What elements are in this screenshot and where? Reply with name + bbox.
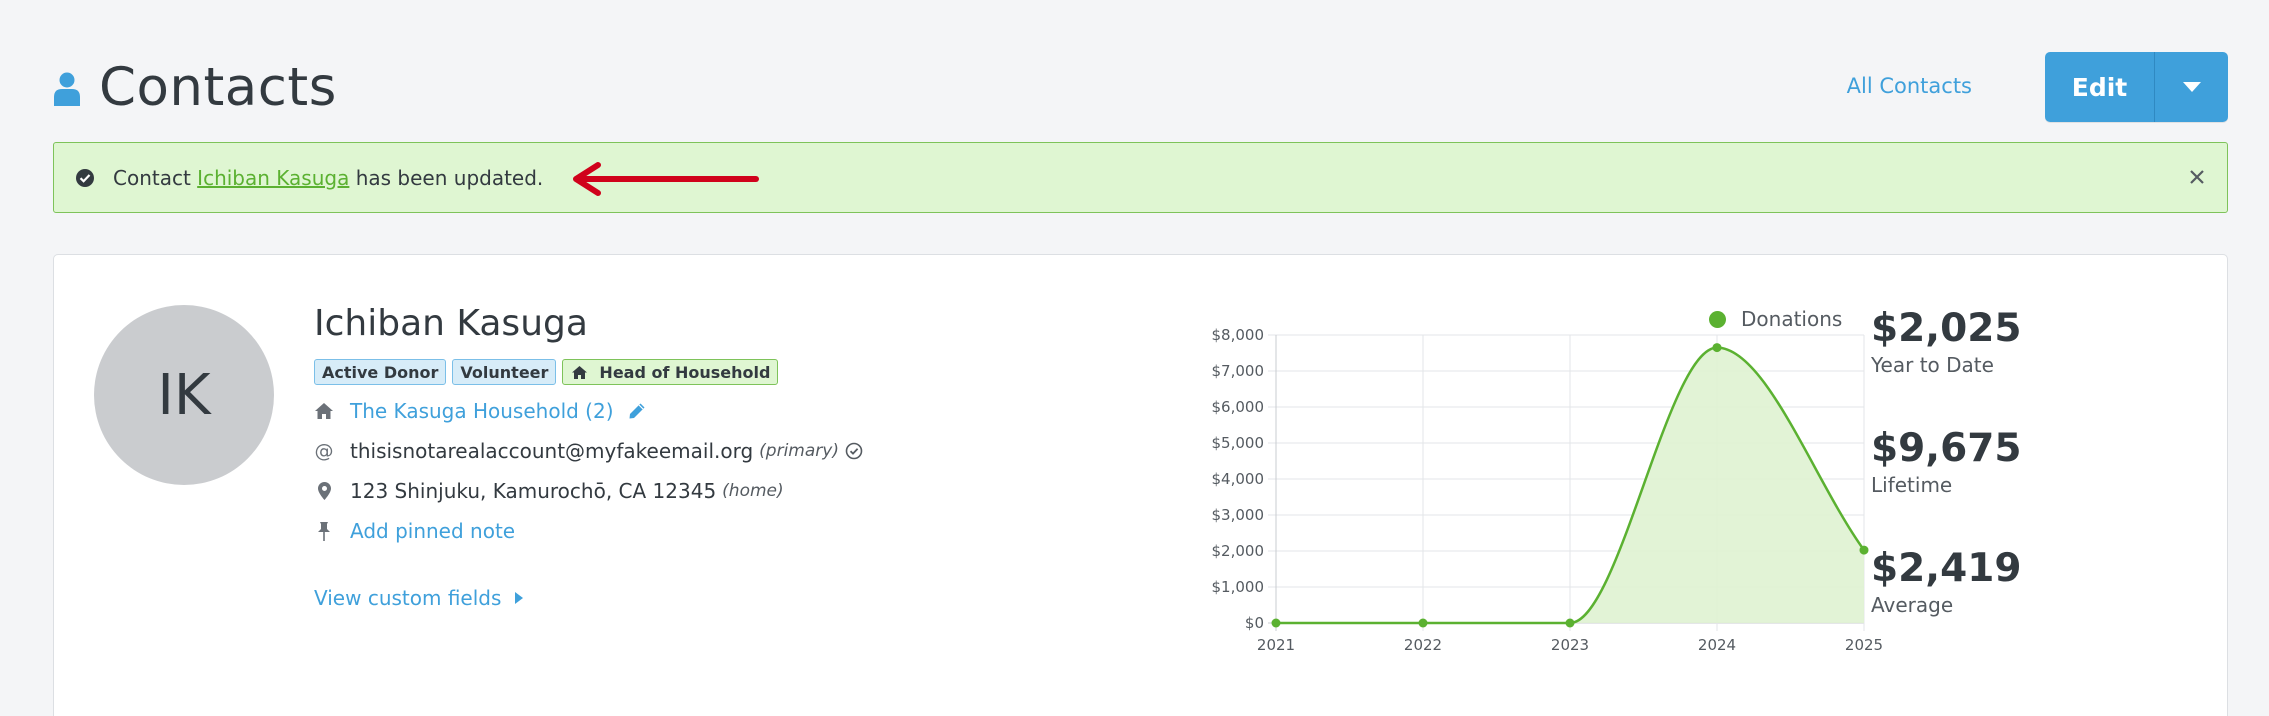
contact-name: Ichiban Kasuga — [314, 303, 588, 344]
edit-dropdown-toggle[interactable] — [2154, 52, 2228, 122]
donation-stats: $2,025 Year to Date $9,675 Lifetime $2,4… — [1871, 306, 2022, 669]
person-icon — [54, 72, 80, 106]
tag-head-of-household[interactable]: Head of Household — [562, 359, 779, 385]
pinned-note-row: Add pinned note — [314, 519, 515, 543]
legend-label-donations: Donations — [1741, 307, 1843, 331]
stat-label: Year to Date — [1871, 352, 1994, 377]
edit-button-group: Edit — [2045, 52, 2228, 122]
y-tick-label: $2,000 — [1212, 542, 1265, 560]
stat-value: $2,419 — [1871, 546, 2022, 591]
chart-legend[interactable]: Donations — [1709, 307, 1842, 331]
address-text: 123 Shinjuku, Kamurochō, CA 12345 — [350, 479, 717, 503]
contact-card: IK Ichiban Kasuga Active Donor Volunteer… — [53, 254, 2228, 716]
all-contacts-link[interactable]: All Contacts — [1847, 74, 1972, 98]
y-tick-label: $0 — [1245, 614, 1264, 632]
verified-check-icon — [845, 442, 863, 460]
success-alert: Contact Ichiban Kasuga has been updated. — [53, 142, 2228, 213]
caret-right-icon — [515, 592, 524, 604]
legend-dot-donations — [1709, 310, 1726, 328]
y-tick-label: $3,000 — [1212, 506, 1265, 524]
title-wrap: Contacts — [53, 52, 337, 122]
y-tick-label: $6,000 — [1212, 398, 1265, 416]
y-tick-label: $5,000 — [1212, 434, 1265, 452]
stat-label: Lifetime — [1871, 472, 1953, 497]
alert-close-button[interactable] — [2185, 165, 2209, 189]
page-title: Contacts — [99, 56, 337, 118]
y-tick-label: $4,000 — [1212, 470, 1265, 488]
stat-average: $2,419 Average — [1871, 546, 2022, 669]
y-tick-label: $1,000 — [1212, 578, 1265, 596]
tag-list: Active Donor Volunteer Head of Household — [314, 359, 779, 385]
y-tick-label: $8,000 — [1212, 326, 1265, 344]
stat-value: $9,675 — [1871, 426, 2022, 471]
address-row: 123 Shinjuku, Kamurochō, CA 12345 (home) — [314, 479, 784, 503]
add-pinned-note-link[interactable]: Add pinned note — [350, 519, 515, 543]
view-custom-fields-link[interactable]: View custom fields — [314, 586, 524, 610]
home-icon — [572, 365, 588, 379]
data-point — [1565, 618, 1575, 628]
close-icon — [2190, 170, 2204, 184]
stat-label: Average — [1871, 592, 1954, 617]
alert-prefix: Contact — [113, 165, 198, 190]
data-point — [1712, 343, 1722, 353]
x-tick-label: 2023 — [1551, 636, 1589, 654]
data-point — [1271, 618, 1281, 628]
red-arrow-annotation — [573, 162, 759, 196]
tag-active-donor[interactable]: Active Donor — [314, 359, 447, 385]
stat-value: $2,025 — [1871, 306, 2022, 351]
alert-suffix: has been updated. — [349, 165, 544, 190]
home-icon — [314, 401, 334, 421]
pencil-icon[interactable] — [628, 402, 646, 420]
caret-down-icon — [2182, 82, 2201, 92]
check-circle-icon — [76, 168, 94, 187]
data-point — [1418, 618, 1428, 628]
alert-message: Contact Ichiban Kasuga has been updated. — [113, 166, 543, 190]
view-custom-fields-label: View custom fields — [314, 586, 502, 610]
donations-chart: $0 $1,000 $2,000 $3,000 $4,000 $5,000 $6,000 $7… — [1212, 326, 1884, 654]
stat-lifetime: $9,675 Lifetime — [1871, 426, 2022, 549]
page-header: Contacts All Contacts Edit — [53, 52, 2228, 122]
x-tick-label: 2021 — [1257, 636, 1295, 654]
address-note: (home) — [722, 481, 784, 501]
alert-contact-link[interactable]: Ichiban Kasuga — [197, 166, 349, 190]
email-note: (primary) — [759, 441, 839, 461]
email-row: @ thisisnotarealaccount@myfakeemail.org … — [314, 439, 863, 463]
avatar: IK — [94, 305, 274, 485]
y-tick-label: $7,000 — [1212, 362, 1265, 380]
at-sign-icon: @ — [314, 440, 334, 462]
household-row: The Kasuga Household (2) — [314, 399, 646, 423]
pin-icon — [314, 521, 334, 541]
x-tick-label: 2022 — [1404, 636, 1442, 654]
tag-volunteer[interactable]: Volunteer — [452, 359, 557, 385]
stat-year-to-date: $2,025 Year to Date — [1871, 306, 2022, 429]
edit-button[interactable]: Edit — [2045, 52, 2154, 122]
data-point — [1859, 545, 1869, 555]
x-tick-label: 2024 — [1698, 636, 1736, 654]
tag-head-of-household-label: Head of Household — [599, 362, 771, 382]
map-marker-icon — [314, 481, 334, 501]
email-address[interactable]: thisisnotarealaccount@myfakeemail.org — [350, 439, 753, 463]
household-link[interactable]: The Kasuga Household (2) — [350, 399, 614, 423]
